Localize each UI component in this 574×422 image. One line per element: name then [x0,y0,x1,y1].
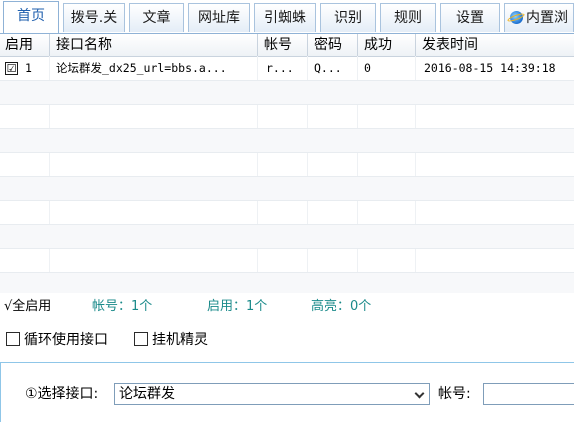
interface-select-value: 论坛群发 [119,386,175,402]
row-password: Q... [314,61,342,75]
tab-label: 拨号.关 [70,10,118,26]
status-bar: √全启用 帐号：1个 启用：1个 高亮：0个 [0,296,574,318]
tab-bar: 首页 拨号.关 文章 网址库 引蜘蛛 识别 规则 设置 内置浏 [0,0,574,34]
tab-recognize[interactable]: 识别 [320,3,376,32]
tab-articles[interactable]: 文章 [129,3,184,32]
col-header-success[interactable]: 成功 [357,34,415,56]
empty-row [0,201,574,225]
row-account: r... [266,61,294,75]
select-interface-label: ①选择接口: [25,386,99,402]
tab-builtin-browser[interactable]: 内置浏 [504,3,574,32]
col-header-enabled[interactable]: 启用 [2,34,52,56]
chevron-down-icon[interactable] [414,388,425,399]
empty-row [0,81,574,105]
loop-interface-label: 循环使用接口 [24,332,108,348]
empty-row [0,177,574,201]
empty-row [0,273,574,293]
enabled-count: 启用：1个 [207,299,268,314]
interface-table: 启用 接口名称 帐号 密码 成功 发表时间 ☑ 1 论坛群发_dx25_url=… [0,34,574,293]
row-index: 1 [25,61,32,75]
col-header-password[interactable]: 密码 [307,34,357,56]
hang-wizard-checkbox[interactable]: 挂机精灵 [134,329,208,351]
tab-label: 网址库 [198,10,240,26]
options-row: 循环使用接口 挂机精灵 [0,329,574,351]
checkbox-box[interactable] [134,332,148,346]
col-header-account[interactable]: 帐号 [257,34,307,56]
loop-interface-checkbox[interactable]: 循环使用接口 [6,329,108,351]
account-label: 帐号: [438,386,471,402]
empty-row [0,105,574,129]
empty-row [0,249,574,273]
account-input[interactable] [483,383,574,405]
tab-dial[interactable]: 拨号.关 [63,3,125,32]
interface-select-panel: ①选择接口: 论坛群发 帐号: [0,362,574,422]
tab-label: 文章 [142,10,171,26]
tab-url-library[interactable]: 网址库 [188,3,250,32]
tab-settings[interactable]: 设置 [440,3,500,32]
tab-label: 引蜘蛛 [264,10,306,26]
interface-select[interactable]: 论坛群发 [114,383,430,405]
row-name: 论坛群发_dx25_url=bbs.a... [56,61,227,75]
table-header: 启用 接口名称 帐号 密码 成功 发表时间 [0,34,574,57]
enable-all-link[interactable]: √全启用 [4,296,51,318]
col-header-post-time[interactable]: 发表时间 [415,34,574,56]
tab-label: 内置浏 [526,10,568,26]
row-success: 0 [364,61,371,75]
ie-browser-icon [510,11,523,24]
tab-label: 识别 [334,10,362,26]
account-count: 帐号：1个 [92,299,153,314]
hang-wizard-label: 挂机精灵 [152,332,208,348]
row-enable-checkbox[interactable]: ☑ [5,62,18,75]
tab-label: 设置 [456,10,484,26]
row-post-time: 2016-08-15 14:39:18 [424,61,556,75]
empty-row [0,129,574,153]
table-row[interactable]: ☑ 1 论坛群发_dx25_url=bbs.a... r... Q... 0 2… [0,57,574,81]
checkbox-box[interactable] [6,332,20,346]
empty-row [0,225,574,249]
col-header-name[interactable]: 接口名称 [49,34,257,56]
tab-home[interactable]: 首页 [3,1,59,33]
tab-label: 首页 [17,8,45,24]
tab-label: 规则 [394,10,422,26]
tab-rules[interactable]: 规则 [380,3,436,32]
empty-row [0,153,574,177]
highlight-count: 高亮：0个 [311,299,372,314]
tab-spider[interactable]: 引蜘蛛 [254,3,316,32]
